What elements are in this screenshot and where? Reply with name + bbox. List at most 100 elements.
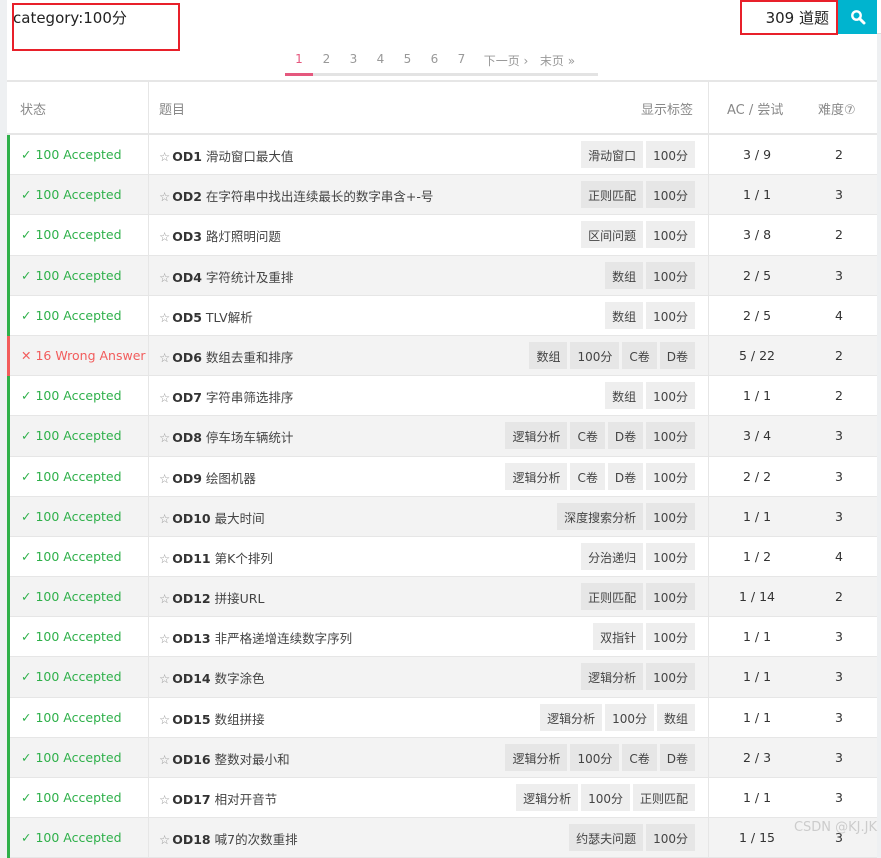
problem-title[interactable]: 喊7的次数重排 [215, 832, 298, 847]
tag[interactable]: 100分 [646, 502, 695, 530]
problem-title[interactable]: 停车场车辆统计 [206, 430, 294, 445]
tag[interactable]: 数组 [529, 341, 568, 369]
status-badge[interactable]: ✓ 100 Accepted [21, 187, 122, 202]
tag[interactable]: D卷 [659, 743, 695, 771]
tag[interactable]: 100分 [646, 663, 695, 691]
problem-id[interactable]: OD13 [172, 631, 210, 646]
star-icon[interactable]: ☆ [159, 350, 170, 365]
problem-id[interactable]: OD10 [172, 511, 210, 526]
star-icon[interactable]: ☆ [159, 631, 170, 646]
status-badge[interactable]: ✓ 100 Accepted [21, 428, 122, 443]
tag[interactable]: 逻辑分析 [581, 663, 644, 691]
table-row[interactable]: ✓ 100 Accepted ☆ OD10 最大时间 深度搜索分析 100分 1 / … [7, 496, 877, 537]
search-button[interactable] [838, 0, 877, 34]
tag[interactable]: 正则匹配 [581, 583, 644, 611]
star-icon[interactable]: ☆ [159, 149, 170, 164]
problem-id[interactable]: OD15 [172, 712, 210, 727]
table-row[interactable]: ✓ 100 Accepted ☆ OD18 喊7的次数重排 约瑟夫问题 100分 1 … [7, 818, 877, 858]
problem-id[interactable]: OD11 [172, 551, 210, 566]
status-badge[interactable]: ✓ 100 Accepted [21, 388, 122, 403]
table-row[interactable]: ✓ 100 Accepted ☆ OD4 字符统计及重排 数组 100分 2 / 5 … [7, 255, 877, 296]
problem-id[interactable]: OD18 [172, 832, 210, 847]
problem-id[interactable]: OD5 [172, 310, 202, 325]
problem-id[interactable]: OD7 [172, 390, 202, 405]
tag[interactable]: D卷 [607, 422, 644, 450]
status-badge[interactable]: ✓ 100 Accepted [21, 268, 122, 283]
tag[interactable]: C卷 [622, 341, 657, 369]
table-row[interactable]: ✓ 100 Accepted ☆ OD1 滑动窗口最大值 滑动窗口 100分 3 / … [7, 135, 877, 176]
table-row[interactable]: ✓ 100 Accepted ☆ OD11 第K个排列 分治递归 100分 1 / 2… [7, 536, 877, 578]
table-row[interactable]: ✓ 100 Accepted ☆ OD17 相对开音节 逻辑分析 100分 正则匹配 1… [7, 778, 877, 819]
tag[interactable]: 100分 [646, 824, 695, 852]
status-badge[interactable]: ✓ 100 Accepted [21, 830, 122, 845]
problem-title[interactable]: TLV解析 [206, 310, 253, 325]
problem-id[interactable]: OD17 [172, 792, 210, 807]
tag[interactable]: 100分 [570, 743, 620, 771]
star-icon[interactable]: ☆ [159, 390, 170, 405]
star-icon[interactable]: ☆ [159, 310, 170, 325]
tag[interactable]: 100分 [646, 261, 695, 289]
page-2[interactable]: 2 [313, 46, 340, 73]
problem-id[interactable]: OD4 [172, 270, 202, 285]
last-page-link[interactable]: 末页 » [537, 46, 578, 73]
table-row[interactable]: ✓ 100 Accepted ☆ OD3 路灯照明问题 区间问题 100分 3 / 8… [7, 215, 877, 256]
status-badge[interactable]: ✓ 100 Accepted [21, 669, 122, 684]
tag[interactable]: 逻辑分析 [516, 784, 579, 811]
problem-id[interactable]: OD14 [172, 671, 210, 686]
tag[interactable]: D卷 [659, 341, 695, 369]
status-badge[interactable]: ✓ 100 Accepted [21, 589, 122, 604]
header-status[interactable]: 状态 [20, 99, 46, 118]
problem-id[interactable]: OD1 [172, 149, 202, 164]
page-3[interactable]: 3 [340, 46, 367, 73]
star-icon[interactable]: ☆ [159, 270, 170, 285]
tag[interactable]: 正则匹配 [632, 784, 695, 811]
tag[interactable]: D卷 [607, 462, 644, 490]
problem-title[interactable]: 拼接URL [215, 591, 265, 606]
problem-title[interactable]: 最大时间 [215, 511, 265, 526]
status-badge[interactable]: ✓ 100 Accepted [21, 469, 122, 484]
problem-title[interactable]: 相对开音节 [215, 792, 278, 807]
tag[interactable]: 数组 [605, 301, 644, 329]
table-row[interactable]: ✓ 100 Accepted ☆ OD15 数组拼接 逻辑分析 100分 数组 1 / … [7, 697, 877, 738]
status-badge[interactable]: ✓ 100 Accepted [21, 227, 122, 242]
tag[interactable]: 100分 [646, 623, 695, 651]
tag[interactable]: 数组 [656, 703, 695, 731]
table-row[interactable]: ✓ 100 Accepted ☆ OD13 非严格递增连续数字序列 双指针 100分 … [7, 617, 877, 658]
table-row[interactable]: ✓ 100 Accepted ☆ OD2 在字符串中找出连续最长的数字串含+-号 正… [7, 175, 877, 216]
tag[interactable]: 双指针 [593, 623, 644, 651]
tag[interactable]: 100分 [646, 542, 695, 570]
star-icon[interactable]: ☆ [159, 591, 170, 606]
tag[interactable]: 逻辑分析 [505, 422, 568, 450]
problem-title[interactable]: 绘图机器 [206, 471, 256, 486]
table-row[interactable]: ✓ 100 Accepted ☆ OD16 整数对最小和 逻辑分析 100分 C卷 D卷 … [7, 737, 877, 778]
table-row[interactable]: ✓ 100 Accepted ☆ OD5 TLV解析 数组 100分 2 / 5 4 [7, 295, 877, 336]
tag[interactable]: 100分 [646, 382, 695, 410]
table-row[interactable]: ✓ 100 Accepted ☆ OD8 停车场车辆统计 逻辑分析 C卷 D卷 100分 … [7, 416, 877, 457]
problem-id[interactable]: OD9 [172, 471, 202, 486]
star-icon[interactable]: ☆ [159, 712, 170, 727]
star-icon[interactable]: ☆ [159, 471, 170, 486]
status-badge[interactable]: ✕ 16 Wrong Answer [21, 348, 146, 363]
problem-title[interactable]: 数组去重和排序 [206, 350, 294, 365]
tag[interactable]: 逻辑分析 [505, 743, 568, 771]
page-7[interactable]: 7 [448, 46, 475, 73]
problem-id[interactable]: OD8 [172, 430, 202, 445]
tag[interactable]: C卷 [622, 743, 657, 771]
tag[interactable]: 区间问题 [581, 221, 644, 249]
star-icon[interactable]: ☆ [159, 229, 170, 244]
problem-title[interactable]: 在字符串中找出连续最长的数字串含+-号 [206, 189, 434, 204]
tag[interactable]: 100分 [646, 583, 695, 611]
problem-title[interactable]: 第K个排列 [215, 551, 273, 566]
star-icon[interactable]: ☆ [159, 430, 170, 445]
tag[interactable]: 数组 [605, 382, 644, 410]
status-badge[interactable]: ✓ 100 Accepted [21, 629, 122, 644]
tag[interactable]: 深度搜索分析 [557, 502, 644, 530]
status-badge[interactable]: ✓ 100 Accepted [21, 509, 122, 524]
tag[interactable]: 逻辑分析 [540, 703, 603, 731]
tag[interactable]: 正则匹配 [581, 181, 644, 209]
tag[interactable]: 100分 [605, 703, 654, 731]
tag[interactable]: 100分 [646, 221, 695, 249]
status-badge[interactable]: ✓ 100 Accepted [21, 308, 122, 323]
tag[interactable]: 逻辑分析 [505, 462, 568, 490]
star-icon[interactable]: ☆ [159, 752, 170, 767]
